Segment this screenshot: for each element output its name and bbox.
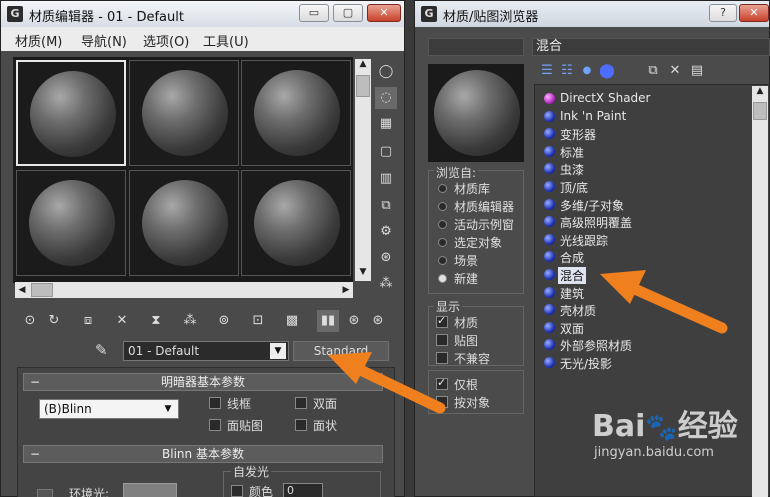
arrow-to-blend-material: [600, 270, 728, 334]
arrow-to-standard-button: [328, 352, 446, 414]
paw-icon: 🐾: [645, 413, 678, 443]
watermark-url: jingyan.baidu.com: [594, 445, 714, 460]
watermark-brand: Bai: [592, 409, 646, 444]
watermark-brand-suffix: 经验: [677, 409, 738, 444]
baidu-watermark: Bai🐾经验 jingyan.baidu.com: [592, 409, 738, 461]
